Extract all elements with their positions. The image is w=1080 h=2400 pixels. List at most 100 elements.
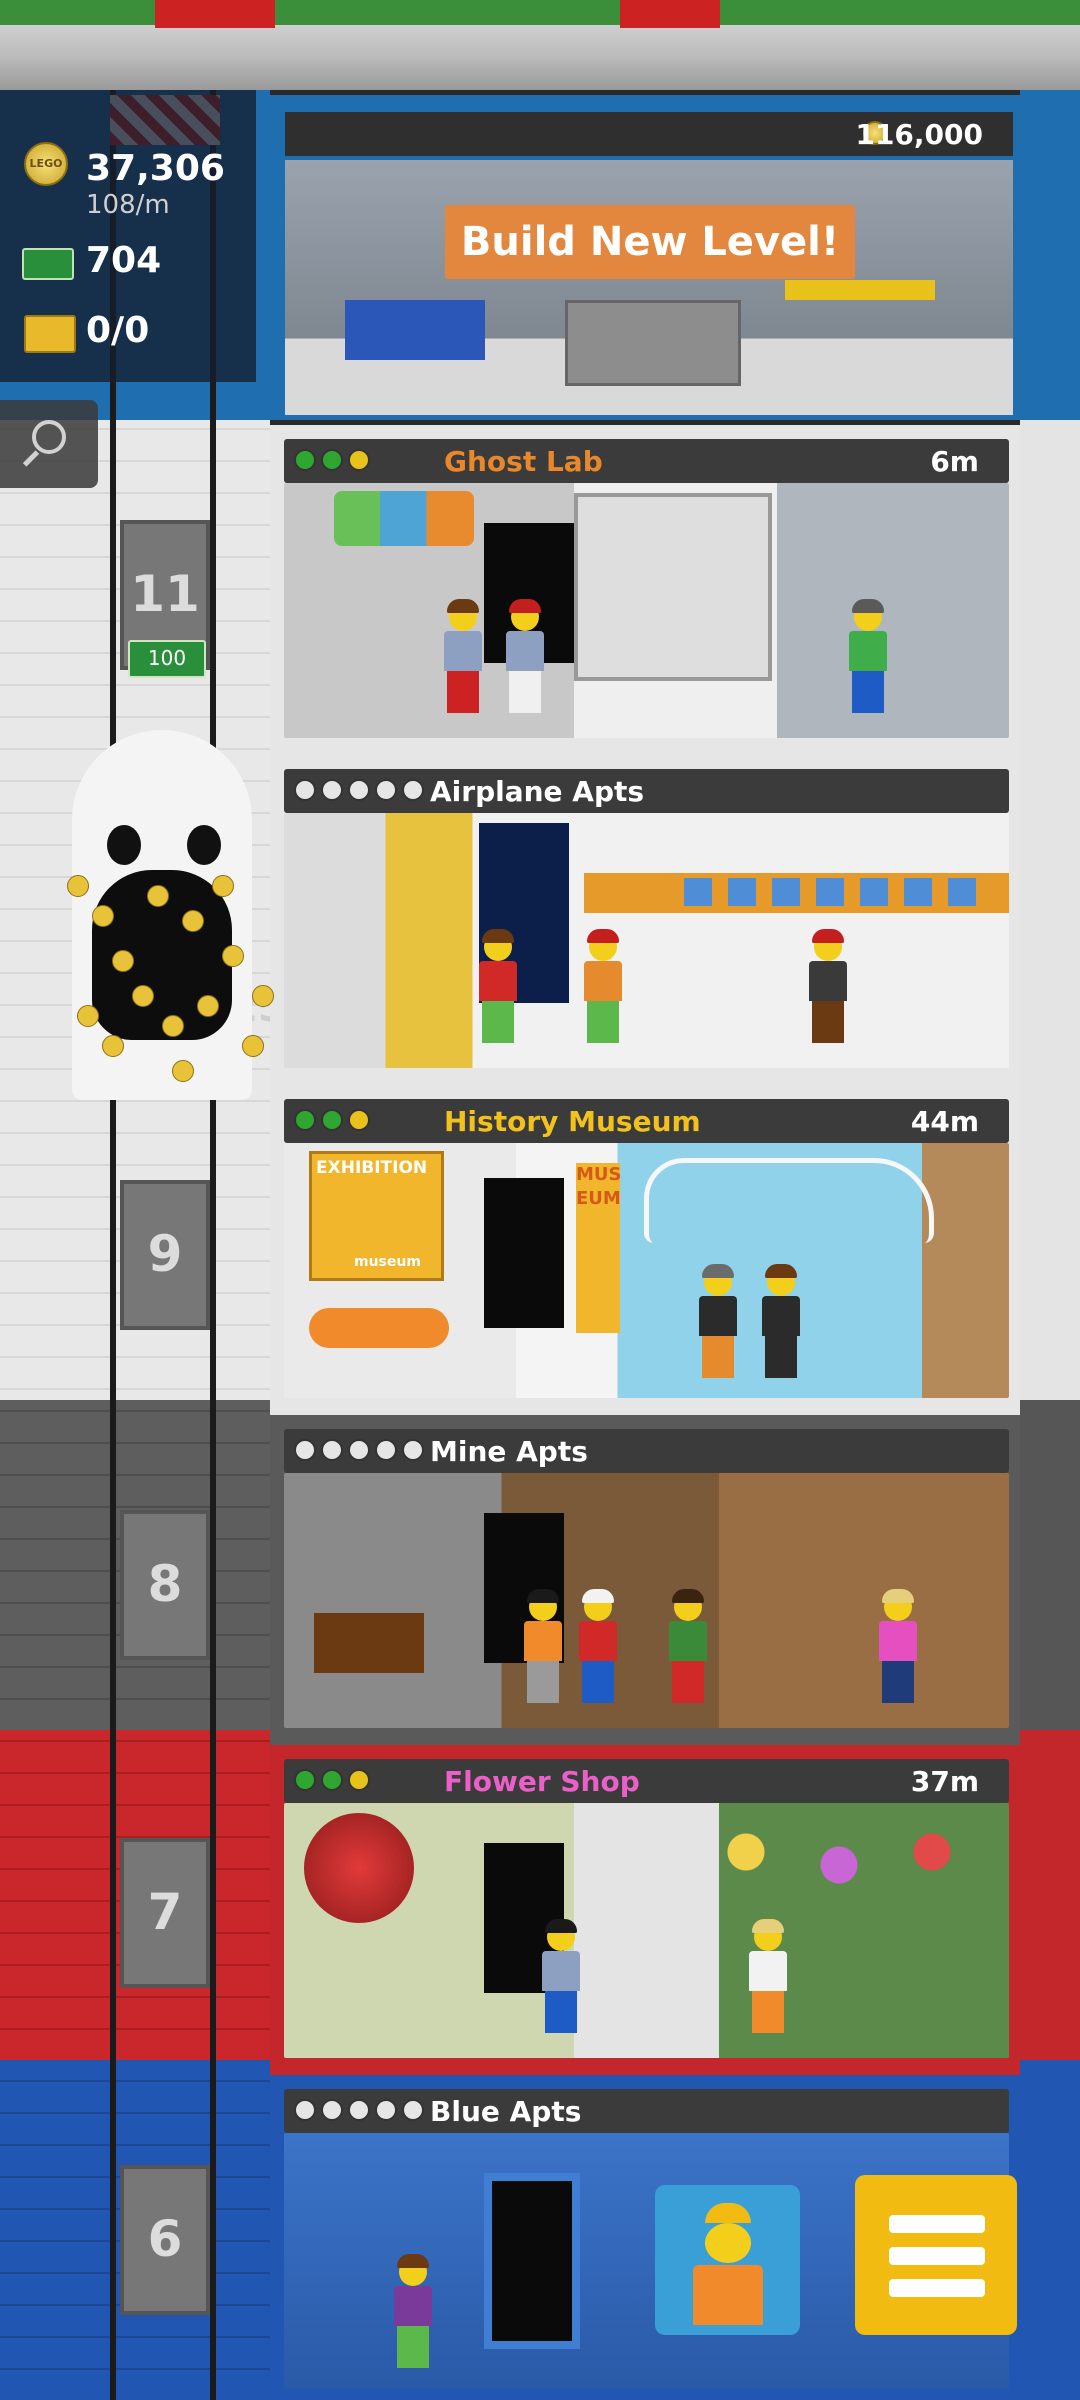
status-dot-green [321,1109,343,1131]
floor-title-bar: Blue Apts [284,2089,1009,2133]
status-dot-empty [294,779,316,801]
menu-brick-line [889,2247,985,2265]
status-dot-empty [294,1439,316,1461]
status-dot-green [294,449,316,471]
ghost-containment-unit [574,493,772,681]
exhibition-poster: EXHIBITION museum [309,1151,444,1281]
floor-number-label: 7 [147,1883,183,1941]
build-cost-value: 116,000 [855,118,983,151]
floor-title-bar: Mine Apts [284,1429,1009,1473]
roof-brick [620,0,720,28]
floor-timer: 37m [910,1765,979,1798]
status-dot-empty [348,2099,370,2121]
floor-flower-shop[interactable]: Flower Shop 37m [270,1745,1020,2075]
status-dot-empty [321,2099,343,2121]
floor-history-museum[interactable]: History Museum 44m EXHIBITION museum MUS… [270,1085,1020,1415]
floor-status-dots [294,779,424,801]
ghost-eye [107,825,141,865]
scaffold [565,300,741,386]
mine-tools [314,1613,424,1673]
museum-vertical-sign-text: MUS EUM [576,1164,622,1209]
construction-scene [285,160,1013,415]
elevator-cable [110,90,116,2400]
elevator-cable [210,90,216,2400]
ghost-character[interactable] [62,730,274,1110]
ghost-eye [187,825,221,865]
worker-button[interactable] [655,2185,800,2335]
search-button[interactable] [0,400,98,488]
bucks-collect-tag[interactable]: 100 [128,640,206,678]
build-new-level-button[interactable]: Build New Level! [445,205,855,279]
floor-timer: 6m [930,445,979,478]
coin-rate: 108/m [86,190,170,220]
minifigure [542,1919,580,2033]
yellow-pipe [785,280,935,300]
floor-number-6: 6 [120,2165,210,2315]
floor-number-label: 9 [147,1225,183,1283]
status-dot-yellow [348,1769,370,1791]
flower-display [684,1813,994,1943]
floor-scene [284,483,1009,738]
status-dot-empty [375,2099,397,2121]
bucks-tag-value: 100 [147,646,187,670]
dinosaur-skeleton [644,1158,934,1243]
minifigure [506,599,544,713]
floor-airplane-apts[interactable]: Airplane Apts [270,755,1020,1085]
status-dot-empty [294,2099,316,2121]
status-dot-empty [348,779,370,801]
minifigure [579,1589,617,1703]
floor-mine-apts[interactable]: Mine Apts [270,1415,1020,1745]
build-cost-bar: 116,000 [285,112,1013,156]
giant-rose-decoration [304,1813,414,1923]
floor-name: Flower Shop [444,1765,640,1798]
bucks-count: 704 [86,240,162,281]
brick-count: 0/0 [86,310,150,351]
menu-brick-line [889,2279,985,2297]
floor-door [484,1178,564,1328]
minifigure [749,1919,787,2033]
floor-name: Mine Apts [430,1435,588,1468]
minifigure [809,929,847,1043]
hard-hat-icon [705,2203,751,2223]
blue-machine [345,300,485,360]
exhibition-poster-caption: museum [354,1254,421,1270]
status-dot-empty [321,1439,343,1461]
floor-name: Ghost Lab [444,445,603,478]
minifigure [669,1589,707,1703]
status-dot-yellow [348,449,370,471]
status-dot-empty [375,1439,397,1461]
floor-status-dots [294,449,370,471]
status-dot-empty [321,779,343,801]
minifigure [762,1264,800,1378]
floor-door [484,2173,580,2349]
status-dot-empty [348,1439,370,1461]
airplane-windows [684,878,984,906]
floor-name: Blue Apts [430,2095,582,2128]
search-icon [32,420,66,454]
menu-brick-line [889,2215,985,2233]
lego-coin-icon: LEGO [24,142,68,186]
lego-bucks-icon [22,248,74,280]
exhibition-poster-title: EXHIBITION [316,1158,428,1178]
lab-tanks [334,491,474,546]
floor-title-bar: Flower Shop 37m [284,1759,1009,1803]
floor-scene: EXHIBITION museum MUS EUM [284,1143,1009,1398]
museum-vertical-sign: MUS EUM [576,1163,622,1333]
floor-scene [284,813,1009,1068]
floor-timer: 44m [910,1105,979,1138]
minifigure [394,2254,432,2368]
floor-status-dots [294,1769,370,1791]
floor-ghost-lab[interactable]: Ghost Lab 6m [270,425,1020,755]
floor-number-7: 7 [120,1838,210,1988]
floor-scene [284,1803,1009,2058]
floor-status-dots [294,1109,370,1131]
floor-status-dots [294,1439,424,1461]
floor-name: History Museum [444,1105,701,1138]
floor-title-bar: History Museum 44m [284,1099,1009,1143]
minifigure [584,929,622,1043]
floor-title-bar: Ghost Lab 6m [284,439,1009,483]
menu-button[interactable] [855,2175,1017,2335]
resource-hud: LEGO 37,306 108/m 704 0/0 [0,90,256,382]
coin-count: 37,306 [86,148,225,189]
status-dot-empty [402,779,424,801]
